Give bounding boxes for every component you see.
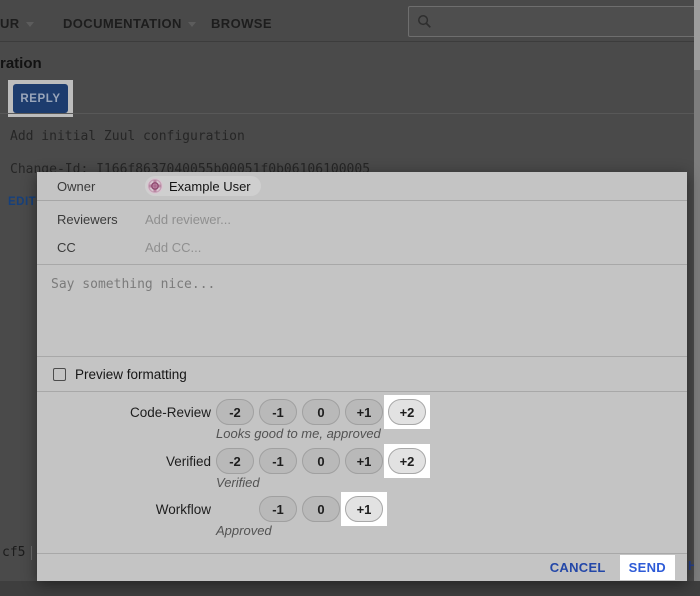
cc-label: CC bbox=[37, 240, 145, 255]
cc-row: CC bbox=[37, 238, 687, 256]
scrollbar-thumb[interactable] bbox=[694, 0, 700, 70]
section-divider bbox=[0, 113, 700, 114]
vote-row-code-review: Code-Review -2-10+1+2 bbox=[37, 399, 687, 425]
vote-highlight-box: +1 bbox=[341, 492, 387, 526]
vote-highlight-box: +2 bbox=[384, 444, 430, 478]
vote-button-workflow--1[interactable]: -1 bbox=[259, 496, 297, 522]
vote-row-verified: Verified -2-10+1+2 bbox=[37, 448, 687, 474]
vote-button-verified--1[interactable]: -1 bbox=[259, 448, 297, 474]
nav-menu-documentation-label: DOCUMENTATION bbox=[63, 16, 182, 31]
nav-item-browse-label: BROWSE bbox=[211, 16, 272, 31]
nav-menu-your-label: UR bbox=[0, 16, 20, 31]
vote-button-verified-+1[interactable]: +1 bbox=[345, 448, 383, 474]
add-reviewer-input[interactable] bbox=[145, 212, 445, 227]
preview-formatting-row: Preview formatting bbox=[37, 358, 687, 392]
vote-label-name: Verified bbox=[37, 454, 211, 469]
owner-row: Owner Example User bbox=[37, 172, 687, 201]
reviewers-row: Reviewers bbox=[37, 210, 687, 228]
avatar bbox=[147, 178, 163, 194]
vote-highlight-box: +2 bbox=[384, 395, 430, 429]
search-input[interactable] bbox=[440, 14, 680, 29]
reviewers-label: Reviewers bbox=[37, 212, 145, 227]
top-navbar: UR DOCUMENTATION BROWSE bbox=[0, 0, 700, 42]
vote-buttons: -2-10+1+2 bbox=[216, 448, 431, 474]
vote-description: Verified bbox=[216, 475, 260, 490]
edit-link[interactable]: EDIT bbox=[8, 196, 36, 208]
vote-button-verified-0[interactable]: 0 bbox=[302, 448, 340, 474]
vote-label-name: Code-Review bbox=[37, 405, 211, 420]
vote-button-code-review--2[interactable]: -2 bbox=[216, 399, 254, 425]
owner-chip[interactable]: Example User bbox=[145, 176, 261, 196]
vote-description: Looks good to me, approved bbox=[216, 426, 381, 441]
divider bbox=[31, 546, 32, 560]
page-footer-strip bbox=[0, 581, 700, 596]
reply-dialog: Owner Example User Reviewers CC Preview … bbox=[37, 172, 687, 581]
send-highlight-box: SEND bbox=[620, 555, 675, 580]
nav-menu-documentation[interactable]: DOCUMENTATION bbox=[63, 16, 196, 31]
vote-button-code-review-+1[interactable]: +1 bbox=[345, 399, 383, 425]
reply-message-textarea[interactable] bbox=[37, 265, 687, 356]
vote-button-verified--2[interactable]: -2 bbox=[216, 448, 254, 474]
vote-button-code-review-0[interactable]: 0 bbox=[302, 399, 340, 425]
nav-item-browse[interactable]: BROWSE bbox=[211, 16, 272, 31]
reply-button[interactable]: REPLY bbox=[13, 84, 68, 113]
vote-button-code-review-+2[interactable]: +2 bbox=[388, 399, 426, 425]
cancel-button[interactable]: CANCEL bbox=[550, 560, 606, 575]
owner-name: Example User bbox=[169, 179, 251, 194]
dialog-footer: CANCEL SEND bbox=[37, 553, 687, 581]
vote-labels-section: Code-Review-2-10+1+2Looks good to me, ap… bbox=[37, 392, 687, 553]
vote-button-workflow-0[interactable]: 0 bbox=[302, 496, 340, 522]
reply-highlight-box: REPLY bbox=[8, 80, 73, 117]
chevron-down-icon bbox=[26, 22, 34, 27]
vote-button-code-review--1[interactable]: -1 bbox=[259, 399, 297, 425]
send-button[interactable]: SEND bbox=[629, 560, 666, 575]
nav-menu-your[interactable]: UR bbox=[0, 16, 34, 31]
preview-formatting-label: Preview formatting bbox=[75, 367, 187, 382]
search-icon bbox=[417, 14, 432, 29]
message-area bbox=[37, 264, 687, 357]
vote-label-name: Workflow bbox=[37, 502, 211, 517]
add-cc-input[interactable] bbox=[145, 240, 445, 255]
vote-row-workflow: Workflow -10+1 bbox=[37, 496, 687, 522]
vote-description: Approved bbox=[216, 523, 272, 538]
vote-button-workflow-+1[interactable]: +1 bbox=[345, 496, 383, 522]
search-box[interactable] bbox=[408, 6, 700, 37]
scrollbar[interactable] bbox=[694, 0, 700, 581]
vote-button-verified-+2[interactable]: +2 bbox=[388, 448, 426, 474]
page-title: ration bbox=[0, 55, 42, 72]
chevron-down-icon bbox=[188, 22, 196, 27]
preview-formatting-checkbox[interactable] bbox=[53, 368, 66, 381]
commit-sha-fragment: cf5 bbox=[2, 545, 25, 560]
vote-buttons: -2-10+1+2 bbox=[216, 399, 431, 425]
commit-message-subject: Add initial Zuul configuration bbox=[10, 129, 245, 144]
owner-label: Owner bbox=[37, 179, 145, 194]
vote-buttons: -10+1 bbox=[216, 496, 388, 522]
